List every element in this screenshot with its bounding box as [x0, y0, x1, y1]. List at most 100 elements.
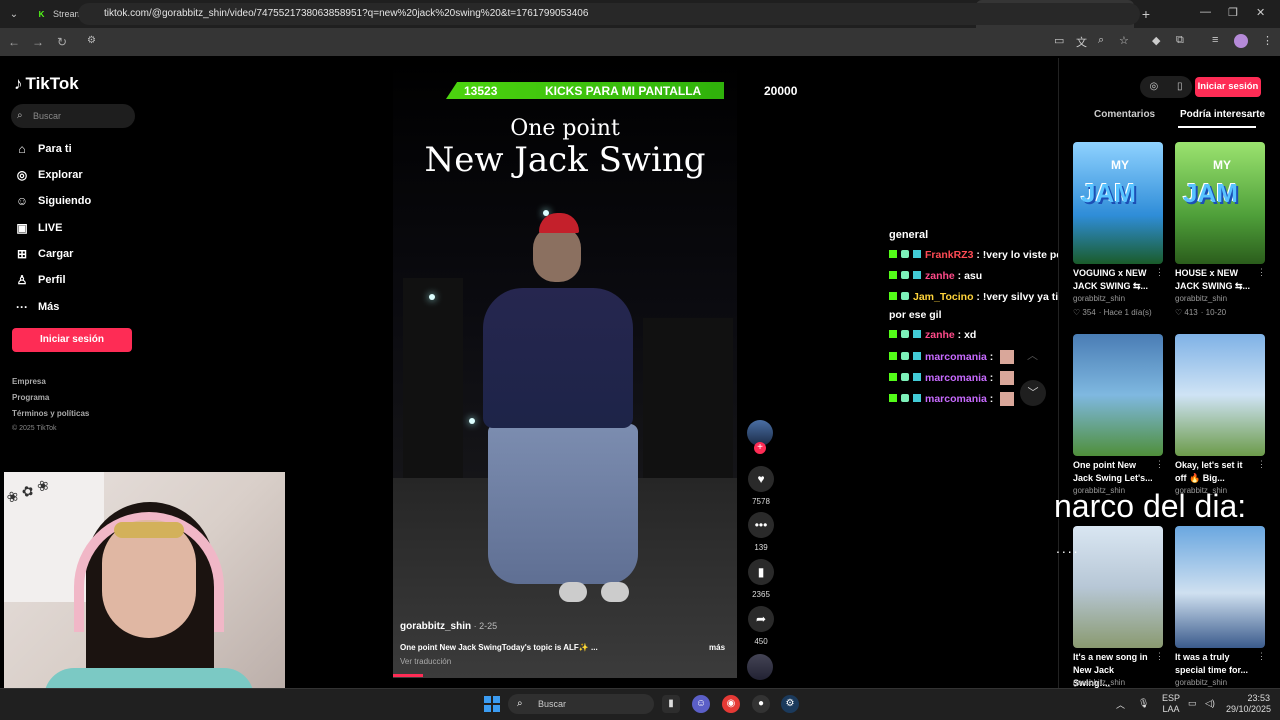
tray-chevron-up-icon[interactable]: ︿ [1116, 698, 1125, 711]
chat-username[interactable]: zanhe [925, 270, 955, 282]
reload-icon[interactable]: ↻ [50, 35, 74, 49]
compass-icon[interactable]: ◎ [1149, 76, 1158, 98]
video-author[interactable]: gorabbitz_shin · 2-25 [400, 621, 497, 632]
video-thumbnail[interactable]: MY JAM [1073, 142, 1163, 264]
tab-list-icon[interactable]: ⌄ [0, 9, 28, 20]
network-icon[interactable]: ▭ [1188, 698, 1197, 709]
video-thumbnail-title[interactable]: One point New Jack Swing Let's... [1073, 459, 1153, 485]
footer-link-empresa[interactable]: Empresa [12, 377, 46, 386]
following-icon: ☺ [15, 194, 29, 208]
translate-icon[interactable]: 文 [1076, 34, 1087, 50]
forward-icon[interactable]: → [26, 35, 50, 49]
video-thumbnail-author[interactable]: gorabbitz_shin [1073, 294, 1125, 303]
video-thumbnail[interactable]: MY JAM [1175, 142, 1265, 264]
video-thumbnail-title[interactable]: HOUSE x NEW JACK SWING ⇆... [1175, 267, 1255, 293]
chrome-icon[interactable]: ◉ [722, 695, 740, 713]
profile-avatar[interactable] [1234, 34, 1248, 48]
chat-badge-icon [913, 351, 921, 360]
sidebar-item-explorar[interactable]: ◎ Explorar [14, 166, 144, 184]
save-button[interactable]: ▮ 2365 [748, 559, 774, 599]
footer-link-terms[interactable]: Términos y políticas [12, 409, 89, 418]
obs-icon[interactable]: ● [752, 695, 770, 713]
bookmark-star-icon[interactable]: ☆ [1119, 34, 1129, 47]
url-input[interactable]: tiktok.com/@gorabbitz_shin/video/7475521… [78, 3, 1140, 25]
task-view-icon[interactable]: ▮ [662, 695, 680, 713]
tab-recommended[interactable]: Podría interesarte [1180, 109, 1265, 120]
narco-overlay-dots: .... [1056, 540, 1080, 556]
video-thumbnail-stats: ♡ 354 · Hace 1 día(s) [1073, 308, 1152, 317]
chat-username[interactable]: marcomania [925, 351, 987, 363]
follow-plus-icon[interactable]: + [754, 442, 766, 454]
more-options-icon[interactable]: ⋮ [1257, 651, 1266, 662]
site-info-icon[interactable]: ⚙ [87, 35, 96, 46]
close-window-icon[interactable]: ✕ [1256, 6, 1265, 19]
video-thumbnail-author[interactable]: gorabbitz_shin [1175, 294, 1227, 303]
maximize-icon[interactable]: ❐ [1228, 6, 1238, 19]
more-options-icon[interactable]: ⋮ [1155, 267, 1164, 278]
video-thumbnail[interactable] [1175, 526, 1265, 648]
sidebar-item-label: Siguiendo [38, 195, 92, 207]
sidebar-item-siguiendo[interactable]: ☺ Siguiendo [14, 192, 144, 210]
video-player[interactable]: One point New Jack Swing gorabbitz_shin … [393, 58, 737, 678]
video-thumbnail[interactable] [1073, 334, 1163, 456]
zoom-icon[interactable]: ⌕ [1098, 34, 1104, 47]
music-disc-icon[interactable] [747, 654, 773, 680]
cast-icon[interactable]: ▭ [1054, 34, 1064, 47]
microphone-icon[interactable]: 🎙 [1138, 698, 1149, 709]
translate-link[interactable]: Ver traducción [400, 657, 451, 666]
share-button[interactable]: ➦ 450 [748, 606, 774, 646]
sidebar-item-live[interactable]: ▣ LIVE [14, 219, 144, 237]
video-thumbnail-title[interactable]: VOGUING x NEW JACK SWING ⇆... [1073, 267, 1153, 293]
comment-button[interactable]: ••• 139 [748, 512, 774, 552]
footer-link-programa[interactable]: Programa [12, 393, 49, 402]
search-input[interactable]: ⌕ Buscar [11, 104, 135, 128]
chat-username[interactable]: FrankRZ3 [925, 249, 973, 261]
extension-icon[interactable]: ◆ [1152, 34, 1160, 47]
puzzle-icon[interactable]: ⧉ [1176, 34, 1184, 47]
sidebar-item-más[interactable]: ··· Más [14, 298, 144, 316]
chat-badge-icon [901, 393, 909, 402]
video-author-name[interactable]: gorabbitz_shin [400, 621, 471, 632]
tab-comments[interactable]: Comentarios [1094, 109, 1155, 120]
login-button[interactable]: Iniciar sesión [12, 328, 132, 352]
video-thumbnail-author[interactable]: gorabbitz_shin [1073, 678, 1125, 687]
taskbar-search[interactable]: ⌕ Buscar [508, 694, 654, 714]
video-thumbnail[interactable] [1175, 334, 1265, 456]
sidebar-item-cargar[interactable]: ⊞ Cargar [14, 245, 144, 263]
sidebar-item-perfil[interactable]: ♙ Perfil [14, 271, 144, 289]
phone-icon[interactable]: ▯ [1177, 76, 1183, 98]
clock[interactable]: 23:53 29/10/2025 [1226, 693, 1271, 715]
more-options-icon[interactable]: ⋮ [1257, 459, 1266, 470]
tiktok-logo[interactable]: ♪ TikTok [14, 74, 79, 94]
compass-icon: ◎ [16, 168, 28, 182]
minimize-icon[interactable]: — [1200, 6, 1211, 18]
chevron-up-icon[interactable]: ︿ [1027, 347, 1038, 363]
video-thumbnail-author[interactable]: gorabbitz_shin [1175, 678, 1227, 687]
media-icon[interactable]: ≡ [1212, 34, 1218, 46]
menu-kebab-icon[interactable]: ⋮ [1262, 34, 1273, 47]
back-icon[interactable]: ← [2, 35, 26, 49]
more-button[interactable]: más [709, 643, 725, 652]
more-options-icon[interactable]: ⋮ [1257, 267, 1266, 278]
kicks-label: KICKS PARA MI PANTALLA [545, 84, 702, 98]
discord-icon[interactable]: ☺ [692, 695, 710, 713]
chat-username[interactable]: Jam_Tocino [913, 291, 974, 303]
windows-start-icon[interactable] [484, 696, 500, 712]
video-thumbnail-title[interactable]: Okay, let's set it off 🔥 Big... [1175, 459, 1255, 485]
login-button[interactable]: Iniciar sesión [1195, 77, 1261, 97]
language-indicator[interactable]: ESP LAA [1162, 693, 1180, 715]
video-thumbnail[interactable] [1073, 526, 1163, 648]
volume-icon[interactable]: ◁) [1205, 698, 1215, 709]
chat-text: : asu [954, 270, 983, 282]
more-options-icon[interactable]: ⋮ [1155, 459, 1164, 470]
chat-username[interactable]: marcomania [925, 393, 987, 405]
video-progress-bar[interactable] [393, 674, 423, 677]
chat-username[interactable]: marcomania [925, 372, 987, 384]
chat-username[interactable]: zanhe [925, 329, 955, 341]
like-button[interactable]: ♥ 7578 [748, 466, 774, 506]
video-thumbnail-title[interactable]: It was a truly special time for... [1175, 651, 1255, 677]
more-options-icon[interactable]: ⋮ [1155, 651, 1164, 662]
chevron-down-icon[interactable]: ﹀ [1020, 380, 1046, 406]
steam-icon[interactable]: ⚙ [781, 695, 799, 713]
sidebar-item-para-ti[interactable]: ⌂ Para ti [14, 140, 144, 158]
